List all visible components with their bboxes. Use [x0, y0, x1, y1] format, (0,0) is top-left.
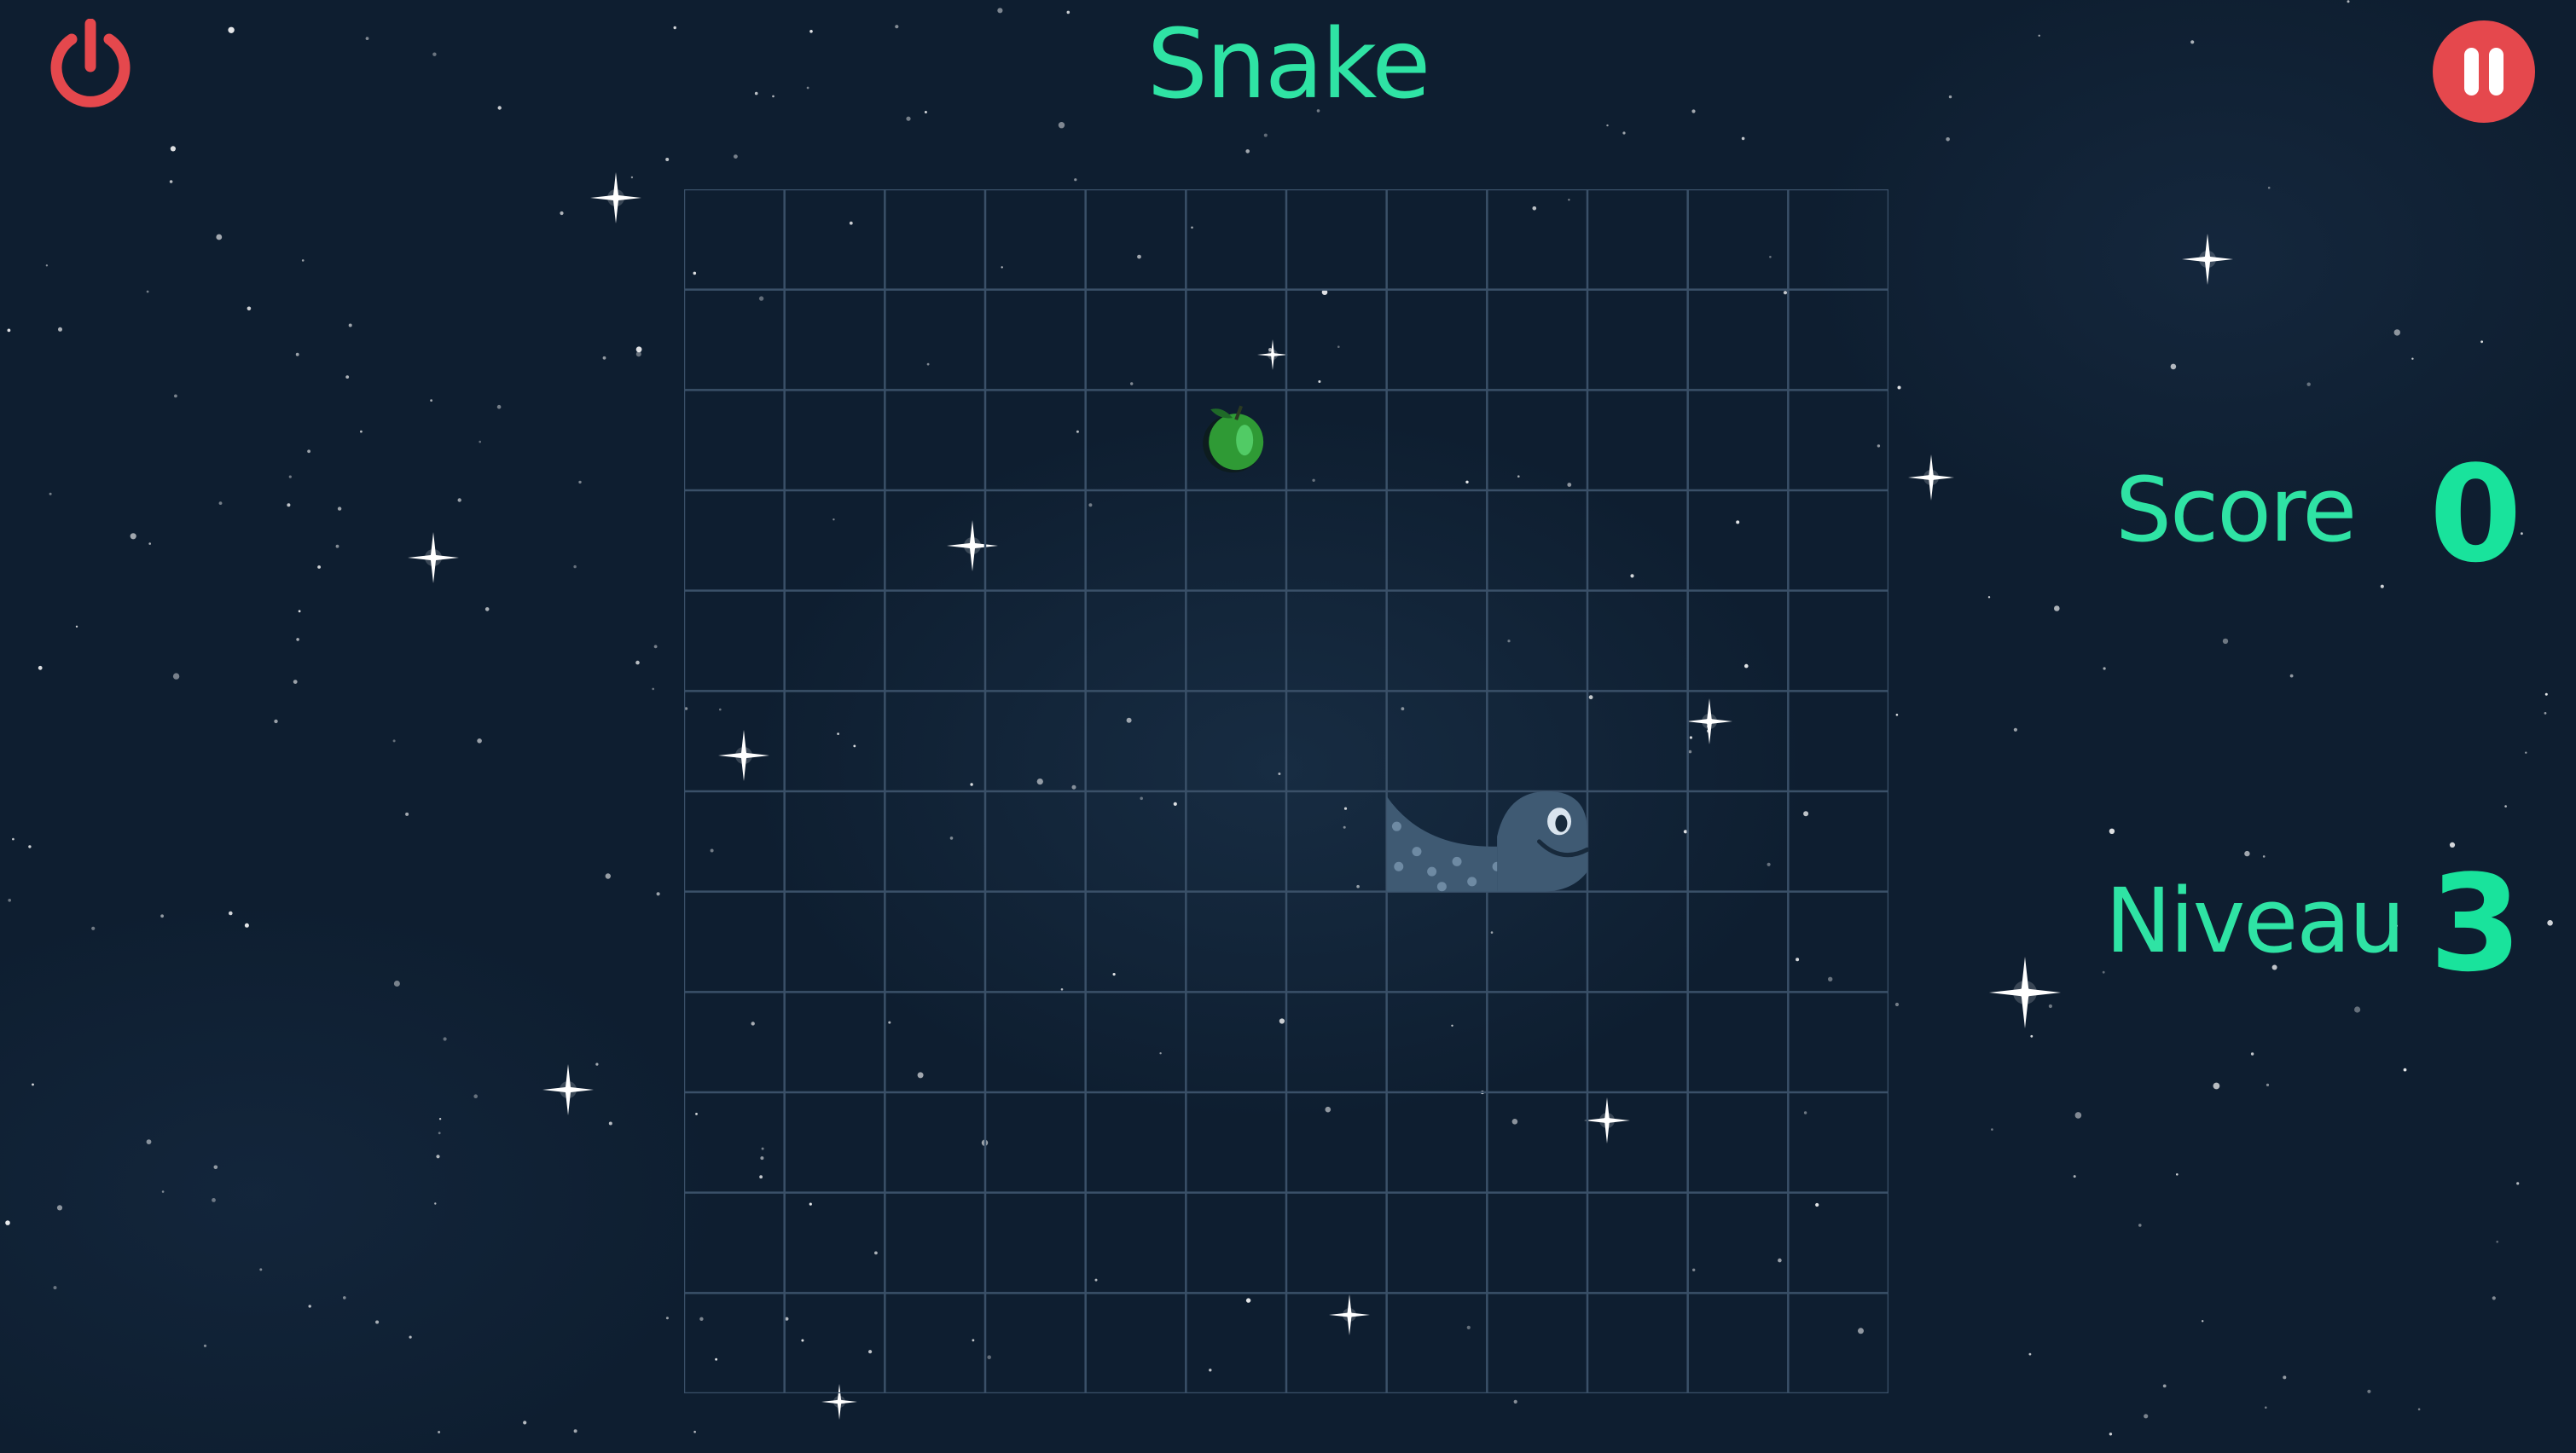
- snake-head: [1497, 791, 1590, 892]
- snake-body: [1386, 796, 1498, 892]
- level-value: 3: [2429, 846, 2522, 1001]
- star-sparkle: [408, 532, 459, 583]
- game-title: Snake: [1146, 9, 1430, 120]
- pause-button[interactable]: [2431, 19, 2537, 124]
- star-sparkle: [1908, 454, 1954, 501]
- star-sparkle: [1989, 957, 2061, 1028]
- level-label: Niveau: [2105, 869, 2405, 973]
- snake-spot: [1391, 821, 1401, 831]
- pause-icon: [2433, 20, 2535, 123]
- snake-spot: [1412, 847, 1422, 857]
- score-value: 0: [2429, 437, 2522, 592]
- snake-spot: [1436, 882, 1447, 892]
- apple-food: [1203, 405, 1264, 473]
- snake-spot: [1427, 866, 1437, 877]
- star-sparkle: [590, 172, 641, 223]
- game-board: [684, 189, 1888, 1393]
- snake-spot: [1394, 861, 1404, 871]
- snake-spot: [1452, 856, 1462, 866]
- snake-spot: [1467, 877, 1477, 887]
- board-grid: [684, 189, 1888, 1393]
- score-label: Score: [2115, 458, 2357, 562]
- star-sparkle: [542, 1064, 594, 1115]
- star-sparkle: [2182, 234, 2233, 285]
